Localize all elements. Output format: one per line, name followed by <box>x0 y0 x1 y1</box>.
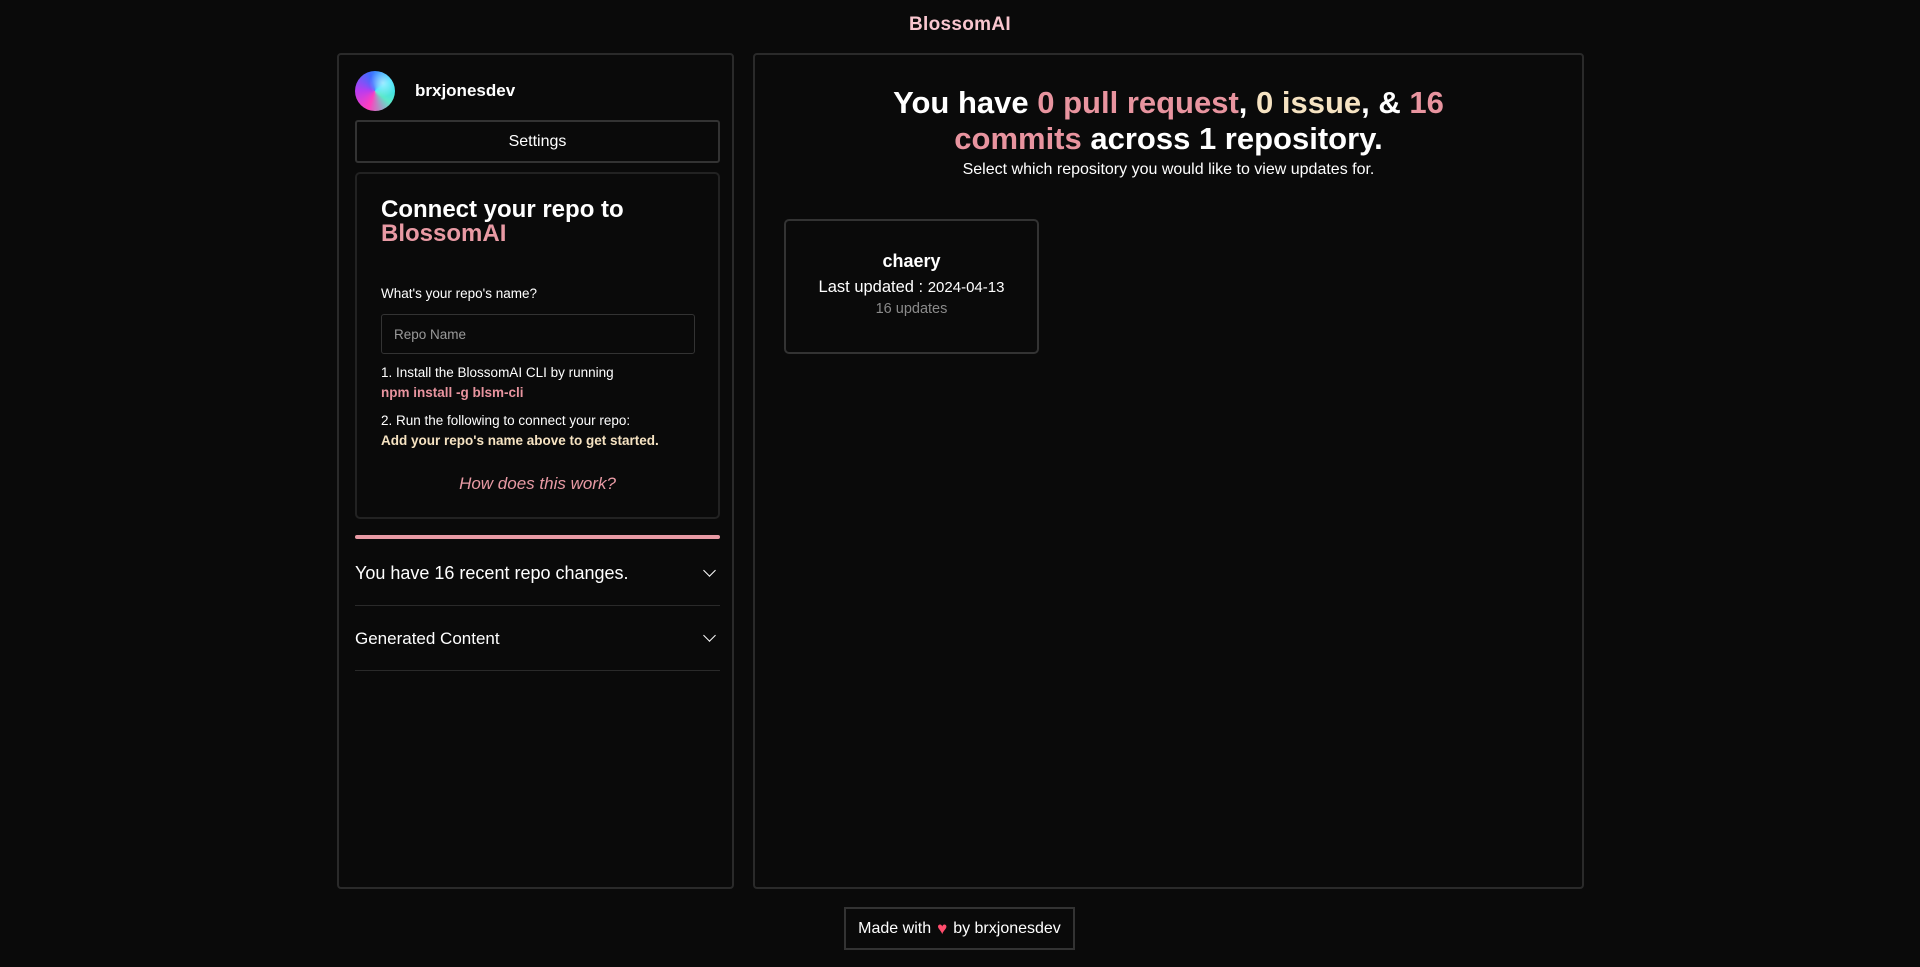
recent-changes-label: You have 16 recent repo changes. <box>355 563 629 583</box>
commits-word: commits <box>954 121 1082 156</box>
generated-content-label: Generated Content <box>355 628 500 648</box>
repo-card[interactable]: chaery Last updated : 2024-04-13 16 upda… <box>784 219 1039 354</box>
install-command: npm install -g blsm-cli <box>381 385 524 400</box>
main-panel: You have 0 pull request, 0 issue, & 16 c… <box>753 53 1584 889</box>
commit-count: 16 <box>1409 85 1444 120</box>
user-row: brxjonesdev <box>355 71 515 111</box>
heart-icon: ♥ <box>937 918 948 938</box>
username: brxjonesdev <box>415 81 516 100</box>
app-brand: BlossomAI <box>909 14 1011 35</box>
settings-button[interactable]: Settings <box>355 120 720 163</box>
repo-card-update-count: 16 updates <box>875 301 948 317</box>
footer-credit: Made with ♥ by brxjonesdev <box>844 907 1075 950</box>
footer-made-with: Made with <box>858 919 932 937</box>
repo-card-name: chaery <box>882 251 941 271</box>
how-it-works-link[interactable]: How does this work? <box>357 474 718 494</box>
connect-title-brand: BlossomAI <box>381 220 507 247</box>
repo-select-instruction: Select which repository you would like t… <box>962 161 1375 178</box>
repo-name-label: What's your repo's name? <box>381 286 537 301</box>
accent-divider <box>355 535 720 539</box>
headline-you-have: You have <box>893 85 1029 120</box>
connect-repo-card: Connect your repo to BlossomAI What's yo… <box>355 172 720 519</box>
avatar[interactable] <box>355 71 395 111</box>
issue-count: 0 issue <box>1256 85 1362 120</box>
chevron-down-icon <box>703 629 716 642</box>
connect-title: Connect your repo to BlossomAI <box>381 198 701 246</box>
chevron-down-icon <box>703 564 716 577</box>
pull-request-count: 0 pull request <box>1037 85 1239 120</box>
install-step-text: 1. Install the BlossomAI CLI by running <box>381 365 614 380</box>
repository-count: across 1 repository. <box>1090 121 1383 156</box>
sidebar-panel: brxjonesdev Settings Connect your repo t… <box>337 53 734 889</box>
repo-name-input[interactable] <box>381 314 695 354</box>
headline-comma: , <box>1238 85 1248 120</box>
connect-title-prefix: Connect your repo to <box>381 196 624 223</box>
recent-changes-accordion[interactable]: You have 16 recent repo changes. <box>355 542 720 606</box>
repo-card-updated-date: 2024-04-13 <box>927 279 1005 296</box>
generated-content-accordion[interactable]: Generated Content <box>355 607 720 671</box>
repo-card-updated-label: Last updated : <box>818 278 928 296</box>
repo-card-updated: Last updated : 2024-04-13 <box>786 278 1037 297</box>
footer-author: by brxjonesdev <box>953 919 1061 937</box>
connect-step-hint: Add your repo's name above to get starte… <box>381 433 659 448</box>
connect-step-text: 2. Run the following to connect your rep… <box>381 413 631 428</box>
summary-headline: You have 0 pull request, 0 issue, & 16 c… <box>755 85 1582 157</box>
headline-and: , & <box>1361 85 1401 120</box>
